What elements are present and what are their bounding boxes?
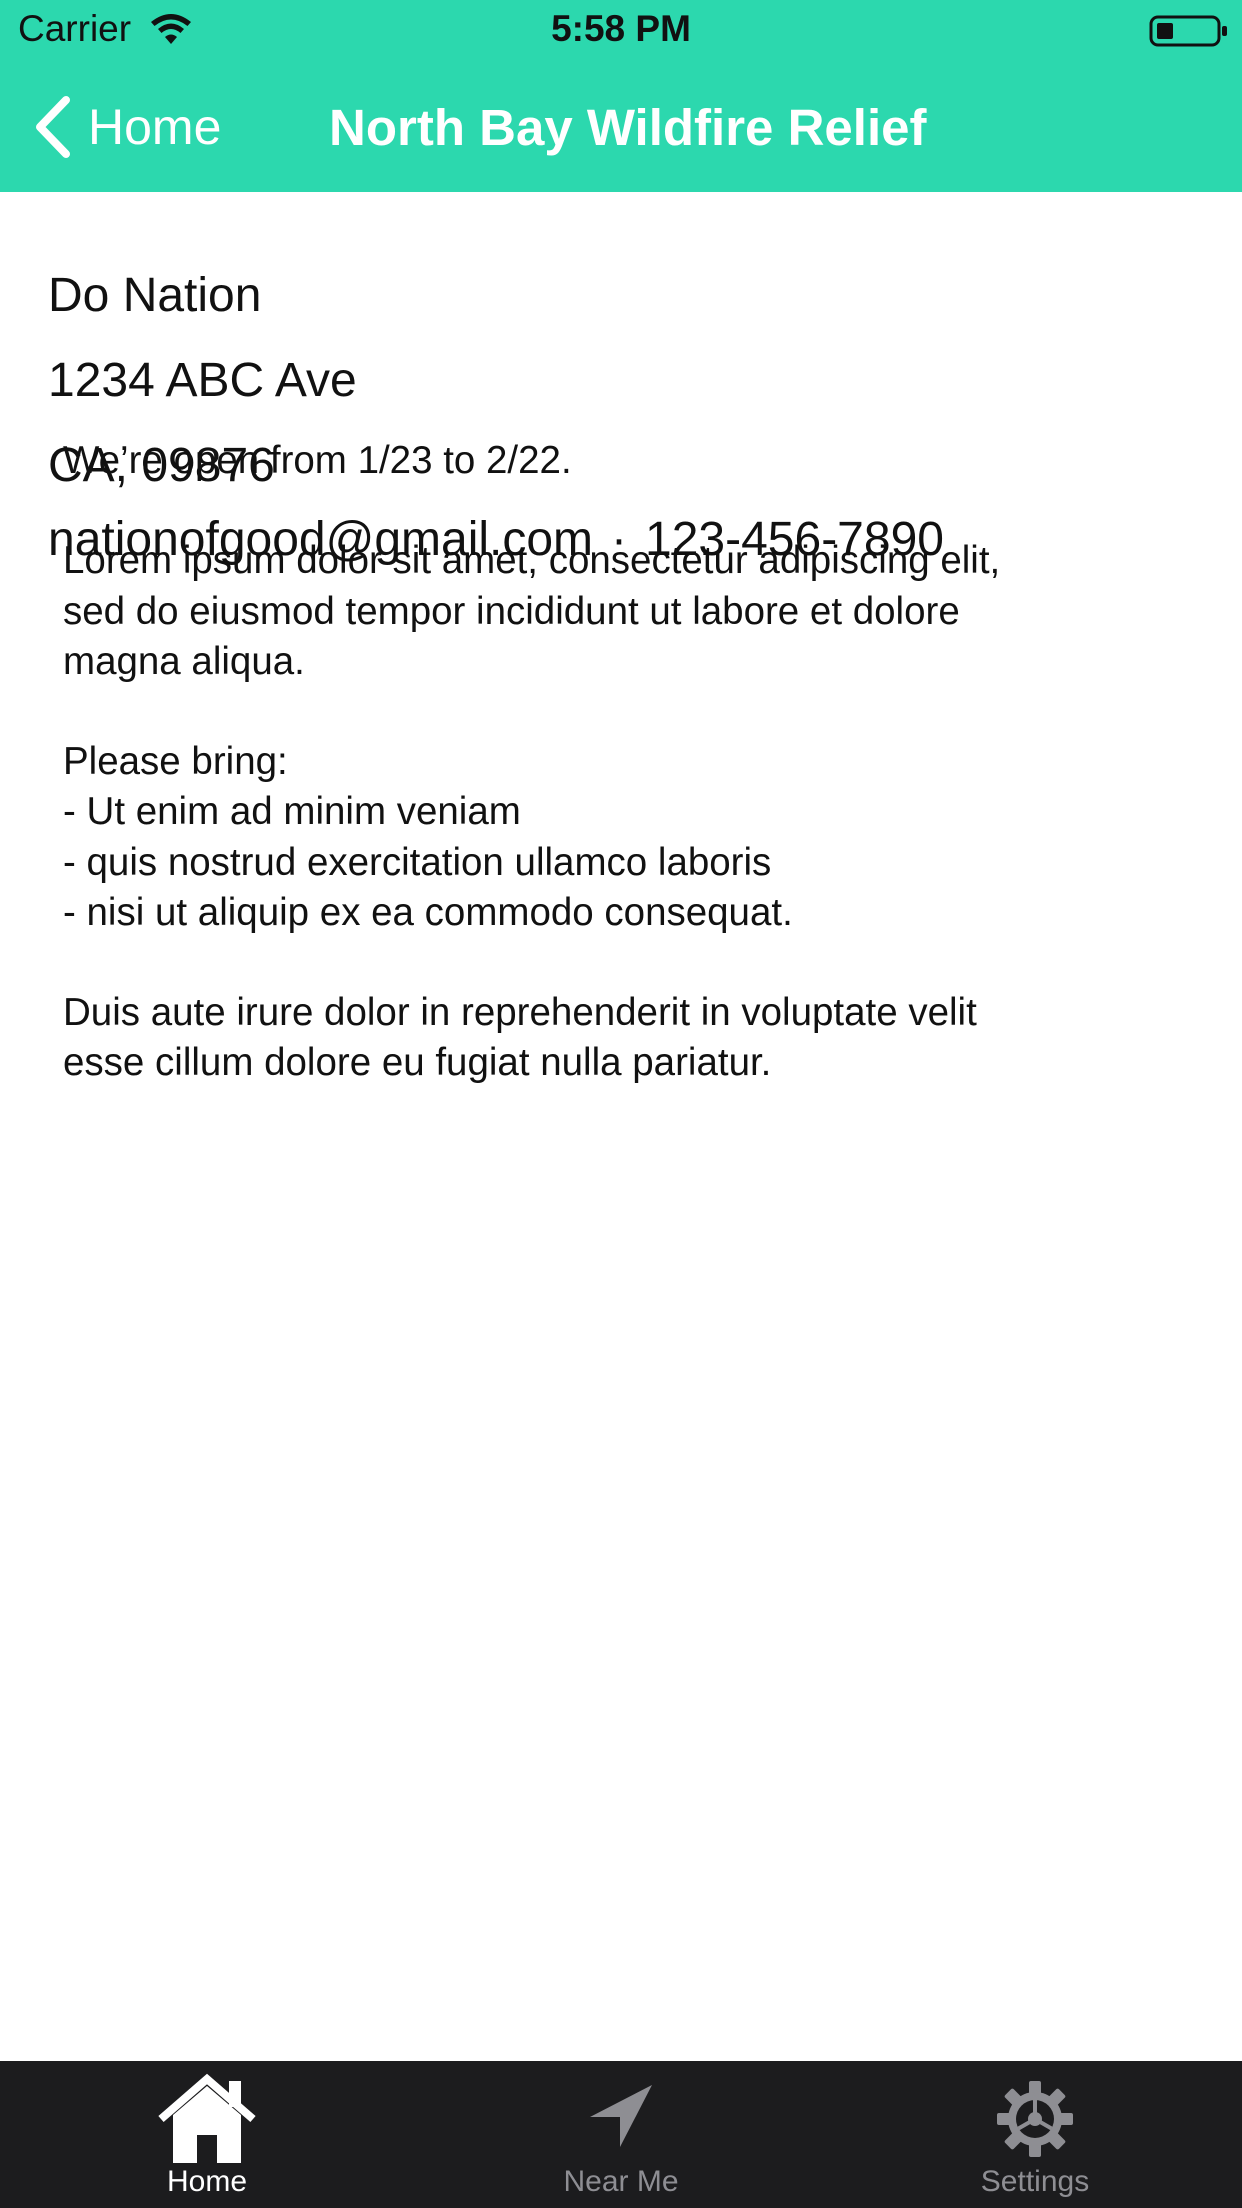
tab-near-me-label: Near Me bbox=[563, 2165, 679, 2198]
battery-icon bbox=[1149, 15, 1227, 47]
organization-name: Do Nation bbox=[48, 269, 262, 322]
intro-line: magna aliqua. bbox=[63, 639, 305, 683]
closing-line: esse cillum dolore eu fugiat nulla paria… bbox=[63, 1041, 772, 1085]
bring-item: - nisi ut aliquip ex ea commodo consequa… bbox=[63, 890, 793, 934]
chevron-left-icon bbox=[36, 96, 70, 158]
back-label: Home bbox=[88, 99, 222, 155]
status-time: 5:58 PM bbox=[551, 8, 691, 49]
location-arrow-icon bbox=[590, 2085, 652, 2147]
intro-paragraph: Lorem ipsum dolor sit amet, consectetur … bbox=[63, 536, 1203, 687]
page-title: North Bay Wildfire Relief bbox=[329, 99, 927, 156]
header: Carrier 5:58 PM Home North Bay Wildfire … bbox=[0, 0, 1242, 192]
open-dates-text: We’re open from 1/23 to 2/22. bbox=[63, 439, 572, 482]
intro-line: sed do eiusmod tempor incididunt ut labo… bbox=[63, 589, 960, 633]
tab-bar: Home Near Me Settings bbox=[0, 2061, 1242, 2208]
closing-line: Duis aute irure dolor in reprehenderit i… bbox=[63, 991, 977, 1035]
bring-item: - quis nostrud exercitation ullamco labo… bbox=[63, 840, 772, 884]
bring-list: Please bring: - Ut enim ad minim veniam … bbox=[63, 737, 1203, 938]
back-button[interactable]: Home bbox=[32, 92, 221, 162]
tab-settings[interactable]: Settings bbox=[828, 2061, 1242, 2208]
navigation-bar: Home North Bay Wildfire Relief bbox=[0, 62, 1242, 192]
home-icon bbox=[158, 2073, 256, 2163]
closing-paragraph: Duis aute irure dolor in reprehenderit i… bbox=[63, 988, 1203, 1088]
tab-near-me[interactable]: Near Me bbox=[414, 2061, 828, 2208]
bring-item: - Ut enim ad minim veniam bbox=[63, 790, 521, 834]
tab-home[interactable]: Home bbox=[0, 2061, 414, 2208]
bring-heading: Please bring: bbox=[63, 740, 288, 784]
open-dates-paragraph: We’re open from 1/23 to 2/22. bbox=[63, 436, 1203, 486]
tab-home-label: Home bbox=[166, 2165, 248, 2198]
description-text: We’re open from 1/23 to 2/22. Lorem ipsu… bbox=[63, 436, 1203, 1139]
gear-icon bbox=[997, 2081, 1073, 2157]
tab-settings-label: Settings bbox=[980, 2165, 1090, 2198]
intro-line: Lorem ipsum dolor sit amet, consectetur … bbox=[63, 539, 1001, 583]
status-bar: Carrier 5:58 PM bbox=[0, 0, 1242, 62]
organization-street: 1234 ABC Ave bbox=[48, 354, 357, 407]
